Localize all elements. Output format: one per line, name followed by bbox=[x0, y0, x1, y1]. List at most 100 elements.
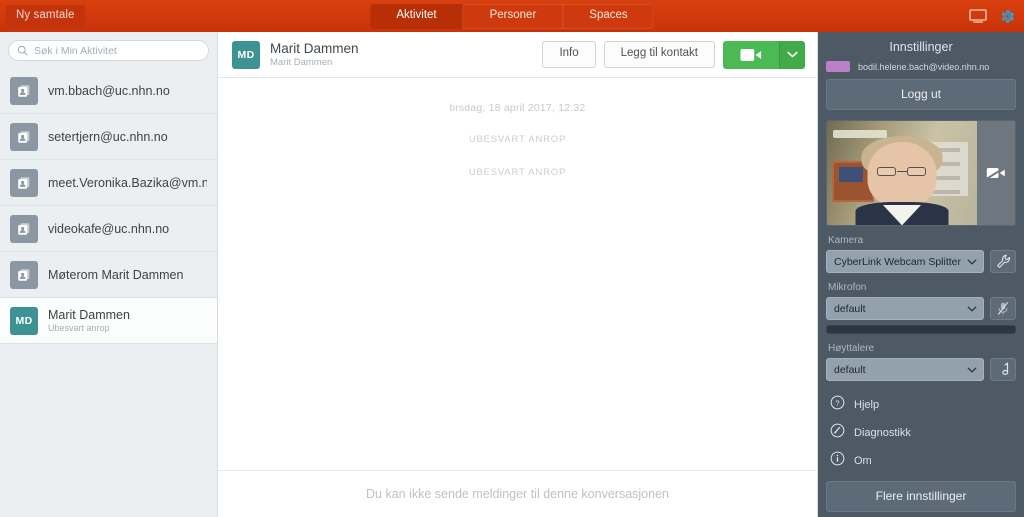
top-bar: Ny samtale Aktivitet Personer Spaces bbox=[0, 0, 1024, 32]
new-conversation-button[interactable]: Ny samtale bbox=[6, 4, 85, 28]
conversation-body: tirsdag, 18 april 2017, 12:32 UBESVART A… bbox=[218, 78, 817, 470]
list-item-text: Møterom Marit Dammen bbox=[48, 268, 183, 282]
chevron-down-icon bbox=[787, 51, 798, 58]
camera-select[interactable]: CyberLink Webcam Splitter bbox=[826, 250, 984, 274]
speakers-test-button[interactable] bbox=[990, 358, 1016, 381]
list-item[interactable]: vm.bbach@uc.nhn.no bbox=[0, 68, 217, 114]
gear-icon[interactable] bbox=[999, 8, 1016, 25]
wrench-circle-icon bbox=[830, 423, 845, 443]
microphone-row: default bbox=[826, 297, 1016, 321]
question-circle-icon: ? bbox=[830, 395, 845, 415]
chevron-down-icon bbox=[967, 303, 977, 315]
top-bar-actions bbox=[969, 0, 1016, 32]
camera-row: CyberLink Webcam Splitter bbox=[826, 250, 1016, 274]
conversation-list[interactable]: vm.bbach@uc.nhn.no setertjern@uc.nhn.no bbox=[0, 68, 217, 517]
svg-text:?: ? bbox=[835, 399, 839, 408]
list-item-subtitle: Ubesvart anrop bbox=[48, 323, 110, 333]
more-settings-container: Flere innstillinger bbox=[826, 481, 1016, 517]
microphone-label: Mikrofon bbox=[828, 282, 867, 294]
video-camera-icon bbox=[740, 48, 762, 61]
search-container bbox=[0, 32, 217, 68]
microphone-mute-button[interactable] bbox=[990, 297, 1016, 321]
list-item-title: vm.bbach@uc.nhn.no bbox=[48, 83, 170, 98]
list-item[interactable]: setertjern@uc.nhn.no bbox=[0, 114, 217, 160]
list-item[interactable]: videokafe@uc.nhn.no bbox=[0, 206, 217, 252]
search-box[interactable] bbox=[8, 40, 209, 61]
camera-off-icon bbox=[986, 166, 1006, 180]
call-button-group bbox=[723, 40, 805, 69]
list-item-text: videokafe@uc.nhn.no bbox=[48, 222, 169, 236]
page-title: Marit Dammen bbox=[270, 40, 359, 56]
settings-menu: ? Hjelp Diagnostikk Om bbox=[826, 391, 1016, 475]
tab-personer[interactable]: Personer bbox=[464, 4, 564, 29]
info-circle-icon bbox=[830, 451, 845, 471]
list-item[interactable]: Møterom Marit Dammen bbox=[0, 252, 217, 298]
tab-spaces[interactable]: Spaces bbox=[563, 4, 653, 29]
avatar: MD bbox=[10, 306, 38, 335]
menu-item-label: Diagnostikk bbox=[854, 427, 911, 439]
search-icon bbox=[17, 45, 28, 56]
tab-aktivitet[interactable]: Aktivitet bbox=[370, 4, 464, 29]
sidebar: vm.bbach@uc.nhn.no setertjern@uc.nhn.no bbox=[0, 32, 218, 517]
group-avatar bbox=[10, 122, 38, 151]
main-area: vm.bbach@uc.nhn.no setertjern@uc.nhn.no bbox=[0, 32, 1024, 517]
menu-item-hjelp[interactable]: ? Hjelp bbox=[826, 391, 1016, 419]
menu-item-diagnostikk[interactable]: Diagnostikk bbox=[826, 419, 1016, 447]
main-tabs: Aktivitet Personer Spaces bbox=[370, 4, 654, 29]
footer-message: Du kan ikke sende meldinger til denne ko… bbox=[366, 487, 669, 501]
add-contact-button[interactable]: Legg til kontakt bbox=[603, 41, 715, 68]
group-avatar bbox=[10, 168, 38, 197]
settings-panel: Innstillinger bodil.helene.bach@video.nh… bbox=[818, 32, 1024, 517]
microphone-select-value: default bbox=[834, 302, 866, 315]
list-item-text: setertjern@uc.nhn.no bbox=[48, 130, 168, 144]
list-item-title: Møterom Marit Dammen bbox=[48, 267, 184, 282]
current-user-row: bodil.helene.bach@video.nhn.no bbox=[826, 61, 1016, 72]
webcam-feed bbox=[827, 121, 977, 226]
list-item-title: Marit Dammen bbox=[48, 308, 130, 322]
chevron-down-icon bbox=[967, 364, 977, 376]
wrench-icon bbox=[996, 255, 1010, 269]
search-input[interactable] bbox=[34, 44, 200, 57]
conversation-pane: MD Marit Dammen Marit Dammen Info Legg t… bbox=[218, 32, 818, 517]
list-item-text: Marit Dammen Ubesvart anrop bbox=[48, 308, 130, 333]
list-item-title: setertjern@uc.nhn.no bbox=[48, 129, 168, 144]
conversation-actions: Info Legg til kontakt bbox=[542, 40, 805, 69]
video-preview[interactable] bbox=[826, 120, 1016, 227]
list-item-selected[interactable]: MD Marit Dammen Ubesvart anrop bbox=[0, 298, 217, 344]
call-event: UBESVART ANROP bbox=[468, 134, 567, 145]
app-window: Ny samtale Aktivitet Personer Spaces Søk… bbox=[0, 0, 1024, 517]
call-event: UBESVART ANROP bbox=[468, 167, 567, 178]
camera-settings-button[interactable] bbox=[990, 250, 1016, 274]
conversation-footer: Du kan ikke sende meldinger til denne ko… bbox=[218, 470, 817, 517]
logout-button[interactable]: Logg ut bbox=[826, 79, 1016, 110]
call-options-button[interactable] bbox=[779, 40, 805, 69]
group-avatar bbox=[10, 76, 38, 105]
mic-muted-icon bbox=[997, 302, 1009, 316]
monitor-icon[interactable] bbox=[969, 9, 987, 23]
music-note-icon bbox=[1001, 362, 1008, 375]
list-item-title: meet.Veronika.Bazika@vm.n bbox=[48, 175, 207, 190]
list-item-text: meet.Veronika.Bazika@vm.n bbox=[48, 176, 207, 190]
more-settings-button[interactable]: Flere innstillinger bbox=[826, 481, 1016, 512]
video-side-strip bbox=[977, 121, 1015, 226]
info-button[interactable]: Info bbox=[542, 41, 596, 68]
date-separator: tirsdag, 18 april 2017, 12:32 bbox=[449, 102, 586, 114]
speakers-select[interactable]: default bbox=[826, 358, 984, 381]
menu-item-label: Hjelp bbox=[854, 399, 880, 411]
group-avatar bbox=[10, 260, 38, 289]
settings-title: Innstillinger bbox=[889, 40, 953, 54]
menu-item-label: Om bbox=[854, 455, 872, 467]
speakers-row: default bbox=[826, 358, 1016, 381]
list-item[interactable]: meet.Veronika.Bazika@vm.n bbox=[0, 160, 217, 206]
chevron-down-icon bbox=[967, 256, 977, 268]
camera-label: Kamera bbox=[828, 235, 864, 247]
page-subtitle: Marit Dammen bbox=[270, 57, 333, 69]
camera-select-value: CyberLink Webcam Splitter bbox=[834, 255, 962, 268]
avatar: MD bbox=[232, 40, 260, 69]
user-email: bodil.helene.bach@video.nhn.no bbox=[858, 61, 990, 72]
avatar bbox=[826, 61, 850, 72]
microphone-select[interactable]: default bbox=[826, 297, 984, 321]
group-avatar bbox=[10, 214, 38, 243]
video-call-button[interactable] bbox=[723, 40, 779, 69]
menu-item-om[interactable]: Om bbox=[826, 447, 1016, 475]
